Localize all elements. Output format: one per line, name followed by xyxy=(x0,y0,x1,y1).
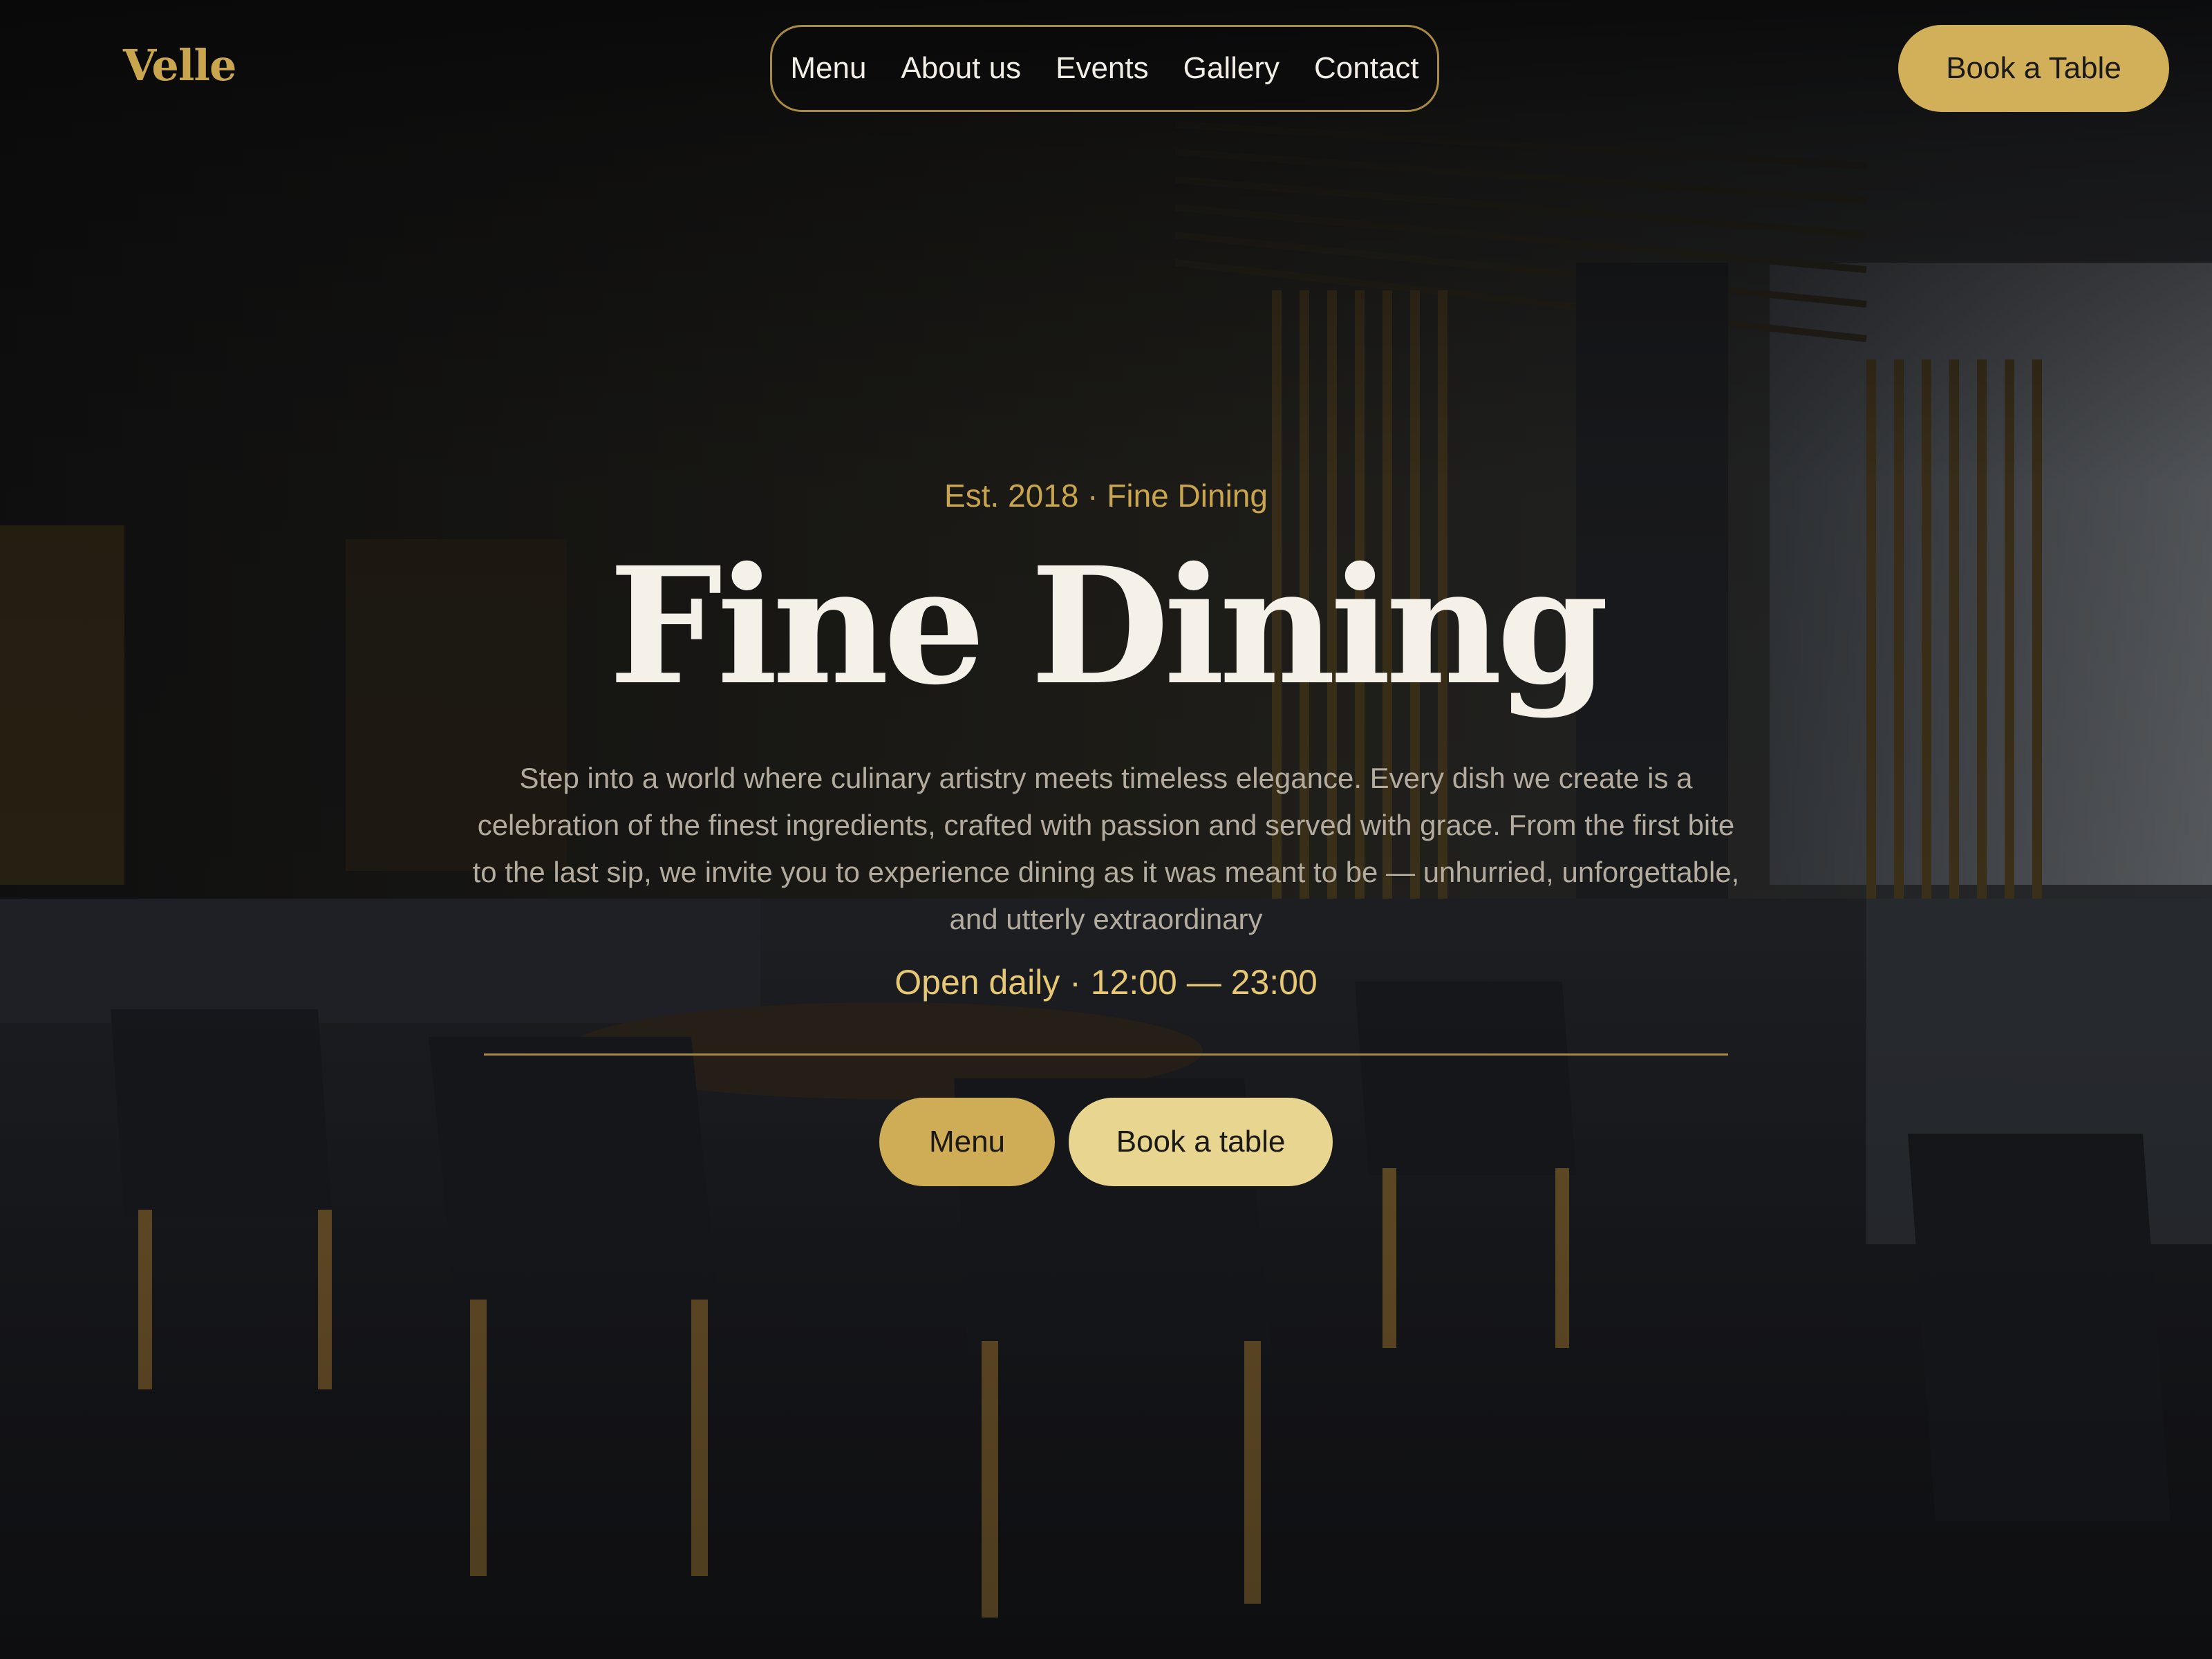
brand-logo[interactable]: Velle xyxy=(123,40,236,91)
nav-item-about-us[interactable]: About us xyxy=(901,53,1021,84)
hero-divider xyxy=(484,1053,1728,1056)
nav-item-events[interactable]: Events xyxy=(1056,53,1149,84)
book-a-table-header-button[interactable]: Book a Table xyxy=(1898,25,2169,112)
book-a-table-button[interactable]: Book a table xyxy=(1069,1098,1333,1186)
nav-item-contact[interactable]: Contact xyxy=(1314,53,1419,84)
nav-item-menu[interactable]: Menu xyxy=(790,53,866,84)
opening-hours: Open daily · 12:00 — 23:00 xyxy=(894,963,1318,1002)
main-navigation: Menu About us Events Gallery Contact xyxy=(770,25,1439,112)
nav-item-gallery[interactable]: Gallery xyxy=(1183,53,1280,84)
hero-title: Fine Dining xyxy=(608,532,1609,720)
landing-page: Velle Menu About us Events Gallery Conta… xyxy=(0,0,2212,1659)
hero-eyebrow: Est. 2018 · Fine Dining xyxy=(944,478,1268,514)
menu-button[interactable]: Menu xyxy=(879,1098,1055,1186)
hero-description: Step into a world where culinary artistr… xyxy=(472,762,1740,935)
